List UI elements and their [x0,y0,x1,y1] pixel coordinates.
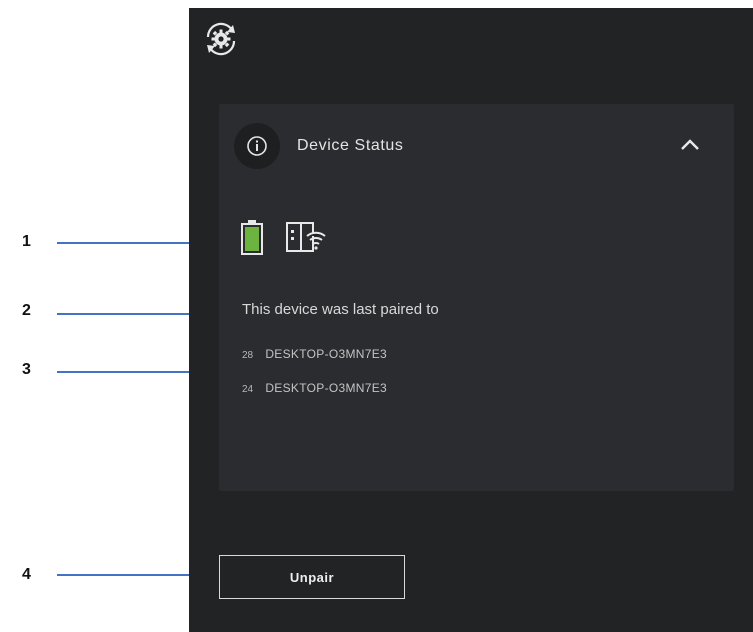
battery-icon [241,220,263,255]
callout-line-3 [57,371,197,373]
chevron-up-icon[interactable] [679,136,701,154]
sync-gear-icon[interactable] [202,20,240,58]
callout-line-1 [57,242,209,244]
callout-line-2 [57,313,203,315]
paired-heading: This device was last paired to [242,301,439,318]
paired-device-name: DESKTOP-O3MN7E3 [265,381,387,395]
paired-device-name: DESKTOP-O3MN7E3 [265,347,387,361]
paired-device-row: 28 DESKTOP-O3MN7E3 [242,346,387,362]
device-status-title: Device Status [297,137,404,154]
callout-number-4: 4 [22,566,31,583]
callout-number-1: 1 [22,233,31,250]
paired-device-id: 28 [242,350,254,361]
callout-line-4 [57,574,203,576]
paired-device-row: 24 DESKTOP-O3MN7E3 [242,380,387,396]
callout-number-2: 2 [22,302,31,319]
info-icon-badge [234,123,280,169]
device-wifi-icon [286,222,326,252]
info-icon [247,136,267,156]
paired-device-id: 24 [242,384,254,395]
device-status-card [219,104,734,491]
callout-number-3: 3 [22,361,31,378]
unpair-button[interactable]: Unpair [219,555,405,599]
